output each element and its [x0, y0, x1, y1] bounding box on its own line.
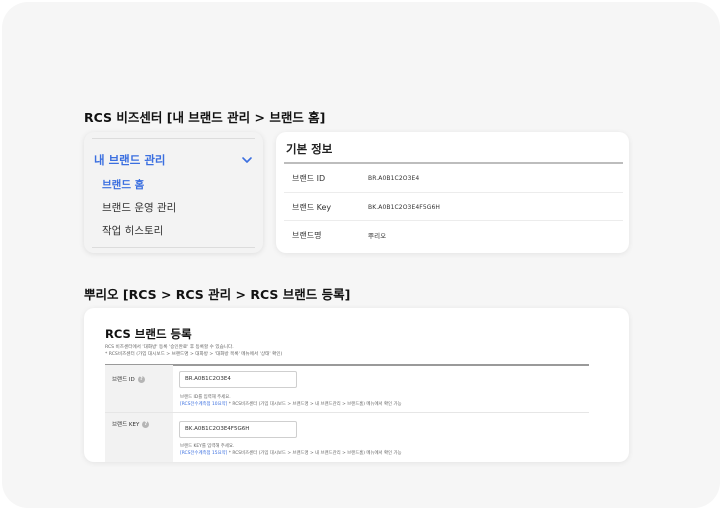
register-divider — [105, 364, 589, 366]
sidebar-divider — [92, 138, 255, 139]
brand-key-help: 브랜드 KEY를 입력해 주세요. — [180, 444, 235, 449]
brand-id-help: 브랜드 ID를 입력해 주세요. — [180, 395, 231, 400]
brand-key-help-detail: [RCS전수계측점 15요약] * RCS비즈센터 (가입 대시보드 > 브랜드… — [180, 450, 402, 456]
register-note: RCS 비즈센터에서 '대화방' 등록 '승인완료' 후 등록할 수 있습니다. — [105, 345, 234, 350]
info-label: 브랜드명 — [292, 230, 322, 240]
brand-key-label: 브랜드 KEY ? — [112, 420, 150, 428]
field-label: 브랜드 ID — [112, 377, 135, 383]
info-label: 브랜드 ID — [292, 173, 326, 183]
info-value: BR.A0B1C2O3E4 — [368, 174, 420, 182]
section-title-ppurio: 뿌리오 [RCS > RCS 관리 > RCS 브랜드 등록] — [84, 287, 351, 302]
help-link[interactable]: [RCS전수계측점 10요약] — [180, 402, 227, 407]
help-link[interactable]: [RCS전수계측점 15요약] — [180, 451, 227, 456]
info-row-brand-name: 브랜드명 뿌리오 — [284, 221, 623, 249]
brand-id-label: 브랜드 ID ? — [112, 375, 145, 383]
sidebar-card: 내 브랜드 관리 브랜드 홈 브랜드 운영 관리 작업 히스토리 — [84, 132, 263, 253]
brand-id-help-detail: [RCS전수계측점 10요약] * RCS비즈센터 (가입 대시보드 > 브랜드… — [180, 401, 402, 407]
info-row-brand-id: 브랜드 ID BR.A0B1C2O3E4 — [284, 164, 623, 192]
basic-info-card: 기본 정보 브랜드 ID BR.A0B1C2O3E4 브랜드 Key BK.A0… — [276, 132, 629, 253]
info-row-brand-key: 브랜드 Key BK.A0B1C2O3E4F5G6H — [284, 193, 623, 221]
sidebar-group-toggle[interactable]: 내 브랜드 관리 — [94, 152, 254, 168]
sidebar-item-work-history[interactable]: 작업 히스토리 — [102, 223, 163, 238]
info-label: 브랜드 Key — [292, 202, 332, 212]
info-value: 뿌리오 — [368, 232, 387, 240]
sidebar-item-brand-operation[interactable]: 브랜드 운영 관리 — [102, 200, 176, 215]
field-label: 브랜드 KEY — [112, 422, 140, 428]
help-circle-icon[interactable]: ? — [142, 420, 150, 428]
brand-key-input[interactable]: BK.A0B1C2O3E4F5G6H — [179, 421, 297, 438]
help-circle-icon[interactable]: ? — [137, 375, 145, 383]
row-divider — [105, 412, 589, 413]
section-title-bizcenter: RCS 비즈센터 [내 브랜드 관리 > 브랜드 홈] — [84, 110, 326, 125]
info-value: BK.A0B1C2O3E4F5G6H — [368, 203, 441, 211]
help-text: * RCS비즈센터 (가입 대시보드 > 브랜드명 > 내 브랜드관리 > 브랜… — [227, 451, 402, 456]
sidebar-item-brand-home[interactable]: 브랜드 홈 — [102, 177, 144, 192]
chevron-down-icon — [242, 157, 252, 163]
register-title: RCS 브랜드 등록 — [105, 327, 192, 341]
rcs-brand-register-card: RCS 브랜드 등록 RCS 비즈센터에서 '대화방' 등록 '승인완료' 후 … — [84, 308, 629, 462]
brand-id-input[interactable]: BR.A0B1C2O3E4 — [179, 371, 297, 388]
register-note: * RCS비즈센터 (가입 대시보드 > 브랜드명 > 대화방 > '대화방 목… — [105, 352, 283, 357]
sidebar-group-label: 내 브랜드 관리 — [94, 153, 166, 167]
sidebar-divider — [92, 247, 255, 248]
help-text: * RCS비즈센터 (가입 대시보드 > 브랜드명 > 내 브랜드관리 > 브랜… — [227, 402, 402, 407]
basic-info-title: 기본 정보 — [286, 142, 333, 156]
